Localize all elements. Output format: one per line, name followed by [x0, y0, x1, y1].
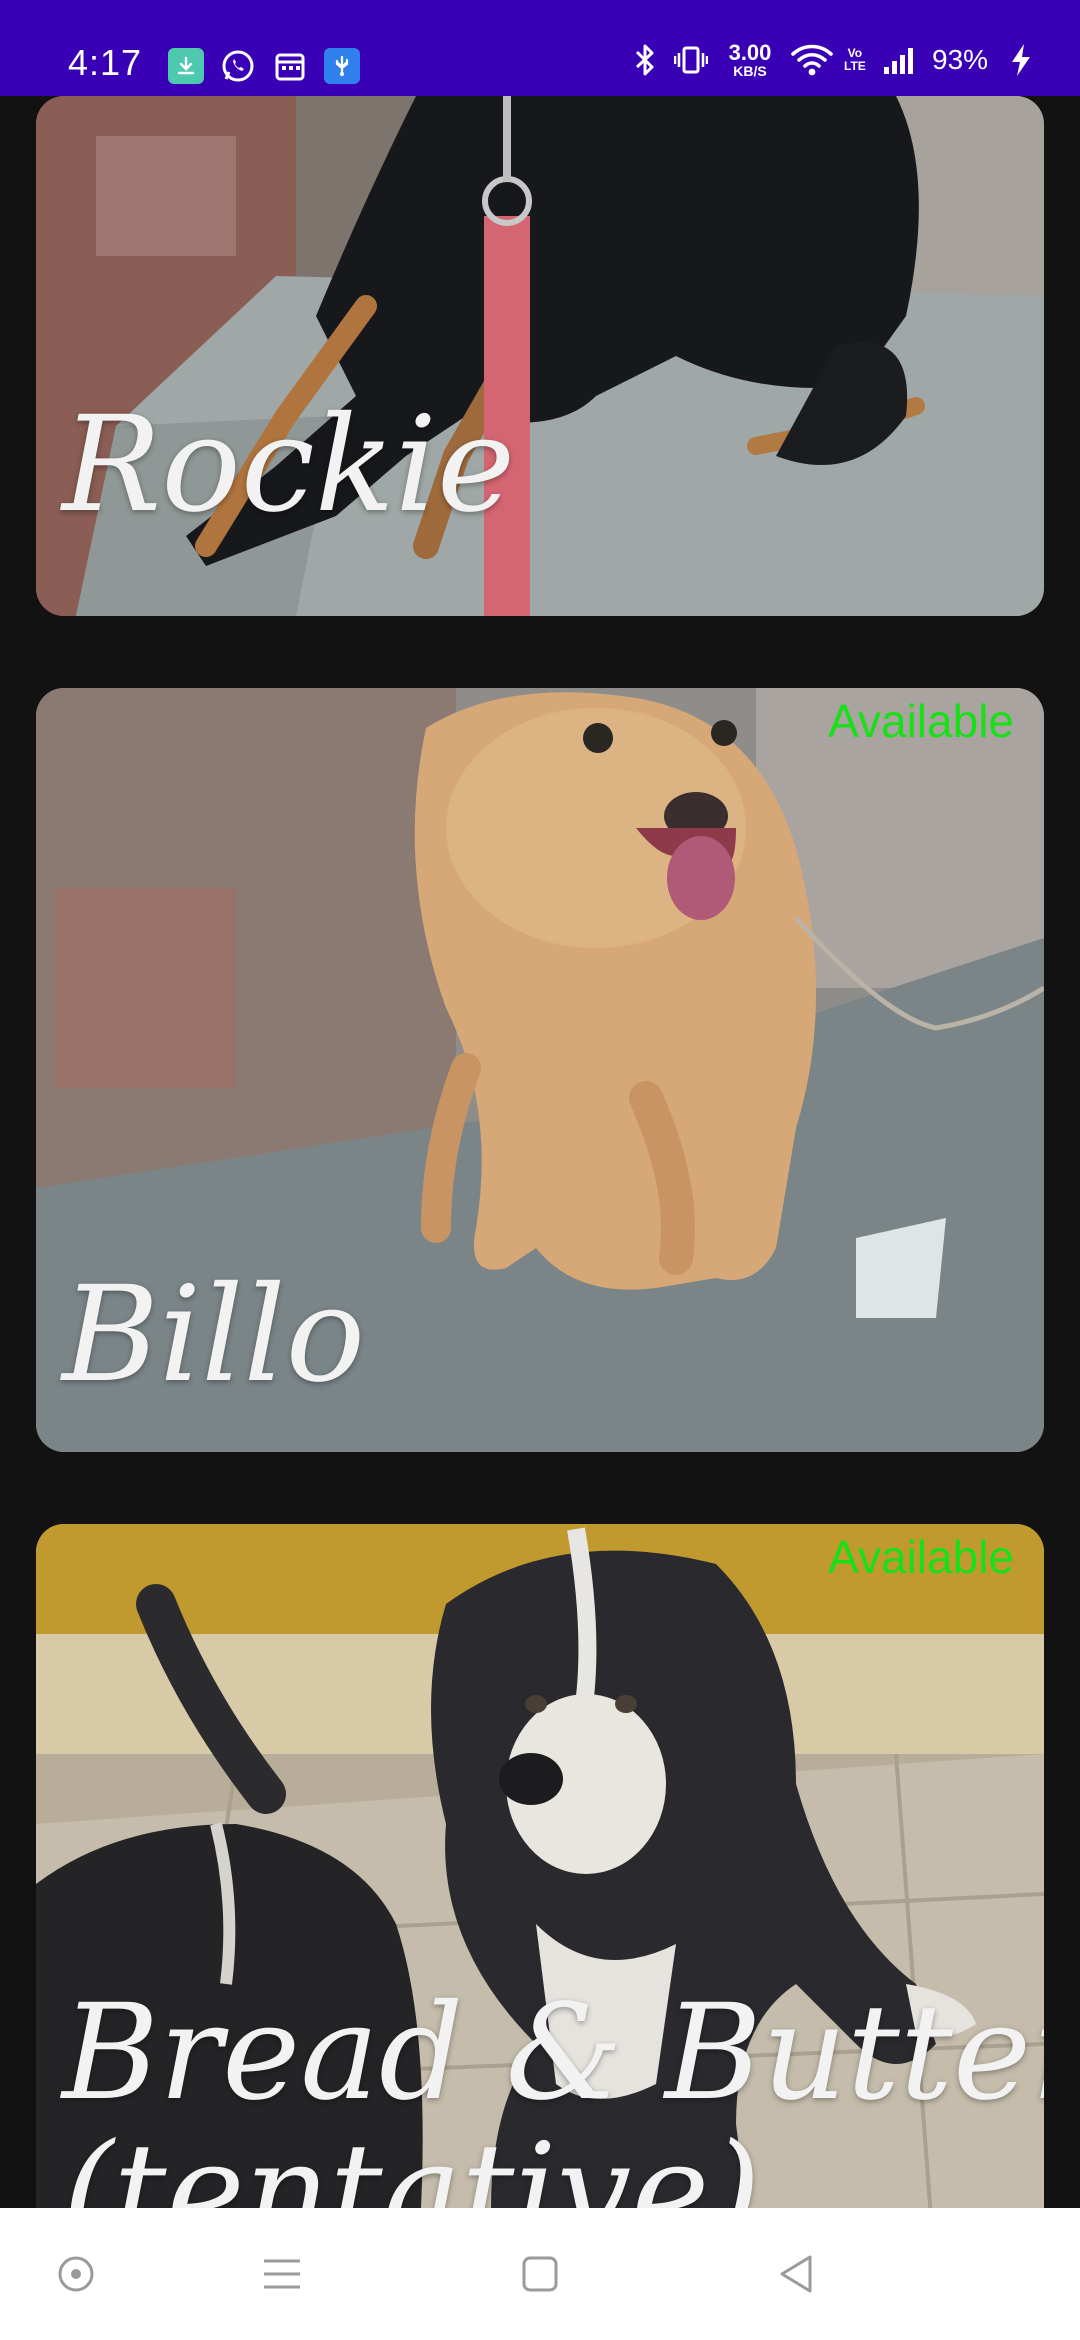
wifi-icon [790, 40, 834, 80]
net-speed-value: 3.00 [728, 40, 772, 65]
menu-icon[interactable] [252, 2244, 312, 2304]
signal-icon [882, 40, 916, 80]
dog-card[interactable]: Available Billo [36, 688, 1044, 1452]
volte-bottom: LTE [844, 59, 866, 73]
usb-icon [324, 48, 360, 84]
calendar-icon [272, 48, 308, 84]
download-icon [168, 48, 204, 84]
volte-indicator: Vo LTE [844, 40, 866, 80]
dog-name: Billo [62, 1258, 366, 1412]
vibrate-icon [674, 40, 708, 80]
dog-name-line: Bread & Butter [62, 1976, 1044, 2130]
navigation-bar [0, 2208, 1080, 2340]
dog-name: Rockie [62, 388, 516, 542]
dog-name-line: (tentative) [62, 2114, 761, 2208]
dog-card[interactable]: Available Bread & Butter (tentative) [36, 1524, 1044, 2208]
back-icon[interactable] [766, 2244, 826, 2304]
battery-level: 93% [932, 44, 989, 75]
network-speed: 3.00 KB/S [718, 40, 782, 80]
status-bar: 4:17 3.00 KB/S Vo LTE 93% [0, 0, 1080, 96]
availability-badge: Available [828, 1531, 1014, 1583]
dog-name: Bread & Butter (tentative) [62, 1984, 1044, 2208]
dog-card[interactable]: Rockie [36, 96, 1044, 616]
net-speed-unit: KB/S [733, 63, 767, 79]
availability-badge: Available [828, 695, 1014, 747]
whatsapp-icon [220, 48, 256, 84]
bluetooth-icon [632, 40, 658, 80]
status-time: 4:17 [68, 42, 143, 83]
home-icon[interactable] [510, 2244, 570, 2304]
charging-icon [1008, 40, 1034, 80]
dog-feed[interactable]: Rockie Available Billo Available Bread &… [0, 96, 1080, 2208]
assistant-icon[interactable] [46, 2244, 106, 2304]
